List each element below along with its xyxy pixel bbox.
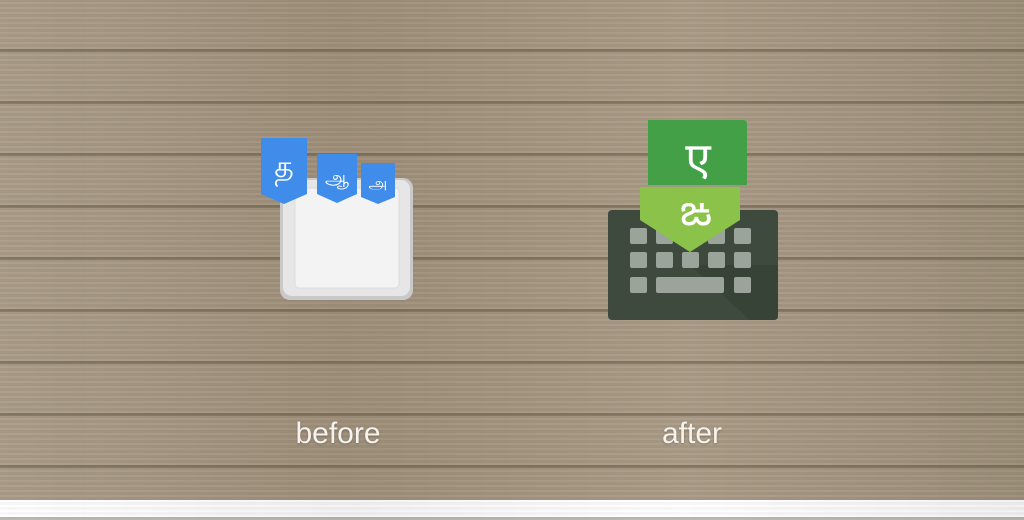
- tag-glyph: ஆ: [325, 167, 349, 189]
- wood-plank: [0, 416, 1024, 468]
- tag-icon: ஆ: [317, 154, 357, 203]
- before-label: before: [295, 417, 381, 450]
- tag-glyph-top: ए: [685, 132, 712, 186]
- tag-glyph-bottom: ఙ: [680, 185, 712, 236]
- wood-plank: [0, 156, 1024, 208]
- key-cap: [294, 187, 400, 289]
- wood-plank: [0, 208, 1024, 260]
- tag-glyph: அ: [369, 174, 388, 194]
- wood-background: [0, 0, 1024, 520]
- wood-plank: [0, 52, 1024, 104]
- tag-icon: த: [261, 138, 307, 204]
- tag-icon: அ: [361, 163, 395, 204]
- wood-plank: [0, 104, 1024, 156]
- wood-plank: [0, 312, 1024, 364]
- wood-plank: [0, 468, 1024, 520]
- keyboard-icon-old: த ஆ அ: [261, 138, 413, 300]
- wood-plank: [0, 260, 1024, 312]
- wood-plank: [0, 0, 1024, 52]
- wood-plank: [0, 364, 1024, 416]
- tag-glyph: த: [274, 150, 294, 187]
- keyboard-icon-new: ए ఙ: [608, 120, 778, 320]
- after-label: after: [661, 417, 723, 450]
